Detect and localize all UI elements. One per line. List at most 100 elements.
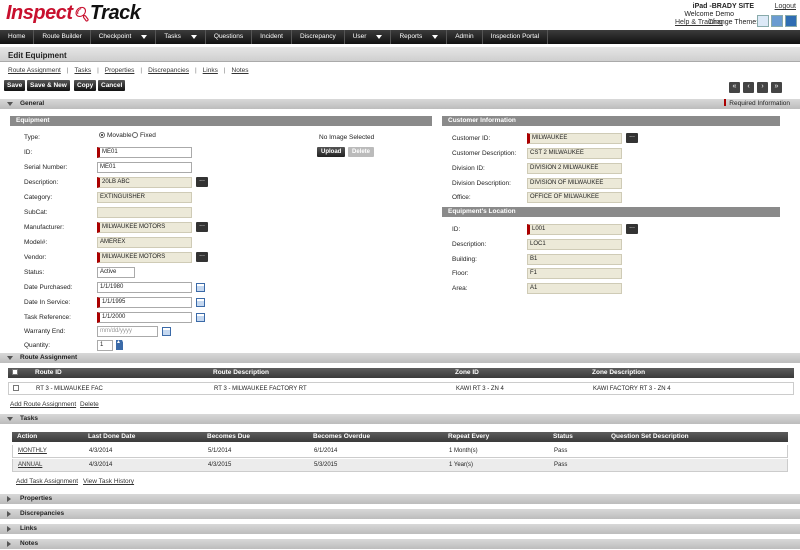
date-in-service-field[interactable]: 1/1/1995	[97, 297, 192, 308]
sublink-links[interactable]: Links	[203, 67, 218, 74]
nav-item-route-builder[interactable]: Route Builder	[34, 30, 91, 44]
manufacturer-label: Manufacturer:	[24, 224, 65, 231]
add-route-assignment-link[interactable]: Add Route Assignment	[10, 401, 76, 408]
lookup-vendor-button[interactable]: ...	[196, 251, 208, 262]
first-record-icon[interactable]: «	[729, 82, 740, 93]
category-field[interactable]: EXTINGUISHER	[97, 192, 192, 203]
lookup-customer-button[interactable]: ...	[626, 132, 638, 143]
sublink-discrepancies[interactable]: Discrepancies	[148, 67, 189, 74]
logout-link[interactable]: Logout	[775, 3, 796, 10]
nav-item-home[interactable]: Home	[0, 30, 35, 44]
section-header-properties[interactable]: Properties	[0, 494, 800, 504]
col-becomes-due[interactable]: Becomes Due	[207, 432, 250, 442]
manufacturer-field[interactable]: MILWAUKEE MOTORS	[97, 222, 192, 233]
customer-customer-description-field[interactable]: CST 2 MILWAUKEE	[527, 148, 622, 159]
nav-item-discrepancy[interactable]: Discrepancy	[292, 30, 345, 44]
customer-customer-id-field[interactable]: MILWAUKEE	[527, 133, 622, 144]
last-record-icon[interactable]: »	[771, 82, 782, 93]
nav-item-tasks[interactable]: Tasks	[156, 30, 206, 44]
type-radio-movable[interactable]: Movable	[99, 132, 132, 139]
view-task-history-link[interactable]: View Task History	[83, 478, 134, 485]
task-cell-0[interactable]: ANNUAL	[18, 459, 42, 472]
status-field[interactable]: Active	[97, 267, 135, 278]
prev-record-icon[interactable]: ‹	[743, 82, 754, 93]
link-separator: |	[140, 67, 143, 74]
date-purchased-field[interactable]: 1/1/1980	[97, 282, 192, 293]
nav-item-user[interactable]: User	[345, 30, 392, 44]
sublink-notes[interactable]: Notes	[232, 67, 249, 74]
customer-division-id-field[interactable]: DIVISION 2 MILWAUKEE	[527, 163, 622, 174]
nav-item-inspection-portal[interactable]: Inspection Portal	[483, 30, 549, 44]
section-header-notes[interactable]: Notes	[0, 539, 800, 549]
col-repeat-every[interactable]: Repeat Every	[448, 432, 489, 442]
save-button[interactable]: Save	[4, 80, 26, 91]
nav-item-checkpoint[interactable]: Checkpoint	[91, 30, 157, 44]
nav-item-admin[interactable]: Admin	[447, 30, 483, 44]
general-title: General	[20, 100, 45, 107]
model-field[interactable]: AMEREX	[97, 237, 192, 248]
customer-division-description-field[interactable]: DIVISION OF MILWAUKEE	[527, 178, 622, 189]
lookup-manufacturer-button[interactable]: ...	[196, 221, 208, 232]
location-building-field[interactable]: B1	[527, 254, 622, 265]
sublink-properties[interactable]: Properties	[105, 67, 135, 74]
subcat-field[interactable]	[97, 207, 192, 218]
warranty-end-field[interactable]: mm/dd/yyyy	[97, 326, 158, 337]
app-logo[interactable]: Inspect🔍︎Track	[6, 2, 141, 25]
nav-item-incident[interactable]: Incident	[252, 30, 292, 44]
col-becomes-overdue[interactable]: Becomes Overdue	[313, 432, 370, 442]
location-floor-field[interactable]: F1	[527, 268, 622, 279]
general-section-header[interactable]: General Required Information	[0, 99, 800, 109]
table-row[interactable]: ANNUAL 4/3/2014 4/3/2015 5/3/2015 1 Year(s) P…	[12, 459, 788, 472]
nav-item-reports[interactable]: Reports	[391, 30, 448, 44]
id-field[interactable]: ME01	[97, 147, 192, 158]
quantity-spinner-icon[interactable]: ▲▼	[116, 340, 126, 350]
upload-button[interactable]: Upload	[317, 147, 346, 157]
route-assignment-section-header[interactable]: Route Assignment	[0, 353, 800, 363]
warranty-end-calendar-icon[interactable]	[162, 327, 171, 336]
theme-swatch-2[interactable]	[771, 15, 783, 27]
task-reference-field[interactable]: 1/1/2000	[97, 312, 192, 323]
col-status[interactable]: Status	[553, 432, 573, 442]
col-last-done[interactable]: Last Done Date	[88, 432, 135, 442]
location-description-field[interactable]: LOC1	[527, 239, 622, 250]
add-task-assignment-link[interactable]: Add Task Assignment	[16, 478, 78, 485]
col-zone-description[interactable]: Zone Description	[592, 368, 645, 378]
col-zone-id[interactable]: Zone ID	[455, 368, 479, 378]
location-id-field[interactable]: L001	[527, 224, 622, 235]
save-new-button[interactable]: Save & New	[27, 80, 70, 91]
theme-swatch-3[interactable]	[785, 15, 797, 27]
col-question-set[interactable]: Question Set Description	[611, 432, 689, 442]
date-in-service-calendar-icon[interactable]	[196, 298, 205, 307]
quantity-field[interactable]: 1	[97, 340, 113, 351]
select-all-checkbox[interactable]	[12, 368, 18, 378]
cancel-button[interactable]: Cancel	[98, 80, 126, 91]
section-header-discrepancies[interactable]: Discrepancies	[0, 509, 800, 519]
next-record-icon[interactable]: ›	[757, 82, 768, 93]
location-area-field[interactable]: A1	[527, 283, 622, 294]
type-radio-fixed[interactable]: Fixed	[132, 132, 156, 139]
table-row[interactable]: MONTHLY 4/3/2014 5/1/2014 6/1/2014 1 Month(s…	[12, 445, 788, 458]
sublink-tasks[interactable]: Tasks	[74, 67, 91, 74]
lookup-description-button[interactable]: ...	[196, 176, 208, 187]
col-route-description[interactable]: Route Description	[213, 368, 269, 378]
sublink-route-assignment[interactable]: Route Assignment	[8, 67, 61, 74]
copy-button[interactable]: Copy	[74, 80, 97, 91]
task-cell-0[interactable]: MONTHLY	[18, 445, 47, 458]
description-field[interactable]: 20LB ABC	[97, 177, 192, 188]
col-route-id[interactable]: Route ID	[35, 368, 62, 378]
row-checkbox[interactable]	[13, 383, 19, 396]
date-purchased-calendar-icon[interactable]	[196, 283, 205, 292]
section-header-links[interactable]: Links	[0, 524, 800, 534]
delete-route-link[interactable]: Delete	[80, 401, 99, 408]
delete-image-button[interactable]: Delete	[348, 147, 375, 157]
customer-office-field[interactable]: OFFICE OF MILWAUKEE	[527, 192, 622, 203]
lookup-location-button[interactable]: ...	[626, 223, 638, 234]
nav-item-questions[interactable]: Questions	[206, 30, 253, 44]
table-row[interactable]: RT 3 - MILWAUKEE FAC RT 3 - MILWAUKEE FA…	[8, 382, 794, 395]
task-reference-calendar-icon[interactable]	[196, 313, 205, 322]
serial-number-field[interactable]: ME01	[97, 162, 192, 173]
vendor-field[interactable]: MILWAUKEE MOTORS	[97, 252, 192, 263]
col-action[interactable]: Action	[17, 432, 37, 442]
theme-swatch-1[interactable]	[757, 15, 769, 27]
tasks-section-header[interactable]: Tasks	[0, 414, 800, 424]
